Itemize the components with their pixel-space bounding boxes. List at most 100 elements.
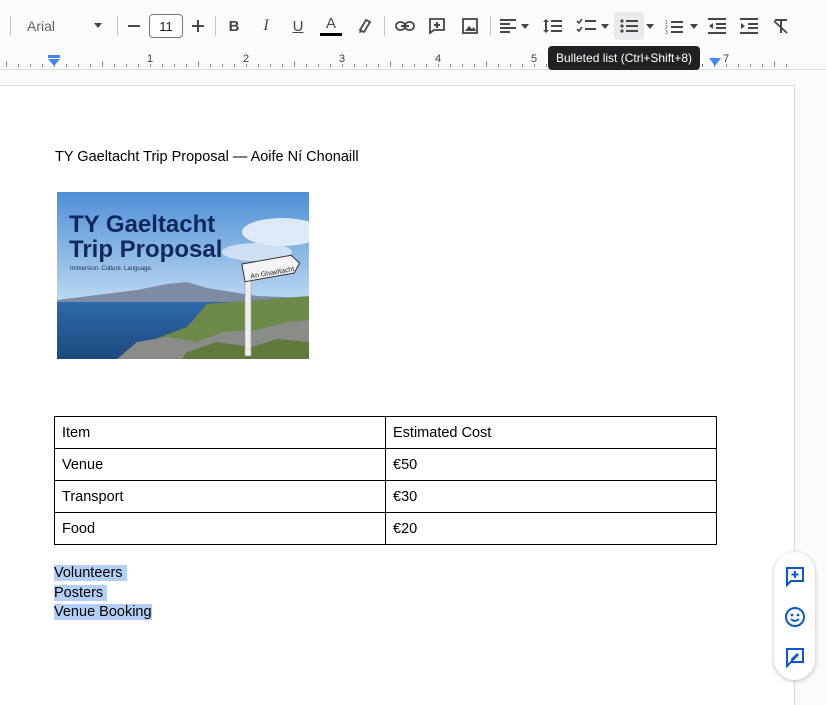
table-cell[interactable]: €20 [385,512,717,545]
ruler-label: 4 [434,53,442,65]
toolbar-divider [384,16,385,36]
ruler-tick [450,64,451,67]
ruler-tick [126,64,127,67]
horizontal-ruler[interactable]: 1 2 3 4 5 7 [0,52,826,70]
hero-title-line-1: TY Gaeltacht [69,211,215,238]
ruler-tick [114,64,115,67]
font-family-dropdown[interactable]: Arial [14,12,110,40]
underline-button[interactable]: U [285,12,311,40]
hero-image[interactable]: TY Gaeltacht Trip Proposal Immersion. Cu… [57,192,309,359]
insert-link-button[interactable] [391,12,419,40]
selected-text-block[interactable]: Volunteers Posters Venue Booking [54,564,152,623]
ruler-tick [702,64,703,67]
ruler-tick [462,64,463,67]
add-comment-icon [785,566,804,587]
hero-title-line-2: Trip Proposal [69,236,222,263]
italic-button[interactable]: I [253,12,279,40]
ruler-tick [510,64,511,67]
highlight-color-button[interactable] [352,12,378,40]
toolbar-divider [10,16,11,36]
bold-button[interactable]: B [221,12,247,40]
ruler-tick [786,64,787,67]
bulleted-list-button[interactable] [614,12,644,40]
selected-line[interactable]: Posters [54,584,152,604]
line-spacing-button[interactable] [538,12,566,40]
decrease-indent-button[interactable] [703,12,731,40]
selected-line[interactable]: Venue Booking [54,603,152,623]
ruler-tick [282,64,283,67]
document-page[interactable]: TY Gaeltacht Trip Proposal — Aoife Ní Ch… [0,85,795,705]
insert-comment-button[interactable] [423,12,451,40]
ruler-tick [390,61,391,67]
ruler-tick [162,64,163,67]
checklist-icon [575,18,596,33]
add-comment-button[interactable] [782,563,807,588]
ruler-tick [546,64,547,67]
decrease-font-size-button[interactable] [122,12,146,40]
increase-indent-button[interactable] [735,12,763,40]
tooltip: Bulleted list (Ctrl+Shift+8) [548,46,701,70]
clear-formatting-button[interactable] [767,12,795,40]
ruler-tick [90,64,91,67]
table-cell[interactable]: Venue [54,448,386,481]
table-cell[interactable]: €30 [385,480,717,513]
ruler-tick [78,64,79,67]
add-comment-icon [429,18,445,35]
bold-icon: B [228,17,240,35]
bulleted-list-icon [620,19,638,33]
ruler-tick [138,64,139,67]
ruler-label: 2 [242,53,250,65]
ruler-tick [774,61,775,67]
formatting-toolbar: Arial 11 B I U A 123 [0,0,826,52]
table-row: Food €20 [54,512,717,545]
ruler-tick [738,64,739,67]
align-left-icon [499,19,516,33]
bulleted-list-menu-caret[interactable] [646,24,654,29]
numbered-list-icon: 123 [665,20,683,34]
cost-table[interactable]: Item Estimated Cost Venue €50 Transport … [54,416,717,545]
right-indent-marker[interactable] [709,58,721,66]
checklist-dropdown[interactable] [572,12,612,40]
ruler-tick [234,64,235,67]
toolbar-divider [215,16,216,36]
ruler-tick [42,64,43,67]
document-heading[interactable]: TY Gaeltacht Trip Proposal — Aoife Ní Ch… [55,149,359,165]
ruler-tick [306,64,307,67]
numbered-list-menu-caret[interactable] [690,24,698,29]
minus-icon [128,25,140,27]
suggest-edits-button[interactable] [782,644,807,669]
ruler-tick [222,64,223,67]
table-cell[interactable]: Estimated Cost [385,416,717,449]
add-emoji-reaction-button[interactable] [782,604,807,629]
ruler-tick [210,64,211,67]
insert-image-button[interactable] [456,12,484,40]
suggest-edit-icon [785,647,804,668]
chevron-down-icon [94,23,102,28]
align-dropdown[interactable] [496,12,532,40]
underline-icon: U [292,17,304,35]
clear-formatting-icon [773,19,788,34]
table-cell[interactable]: Item [54,416,386,449]
table-cell[interactable]: €50 [385,448,717,481]
text-color-button[interactable]: A [317,12,345,40]
table-cell[interactable]: Transport [54,480,386,513]
chevron-down-icon [520,23,529,29]
increase-font-size-button[interactable] [186,12,210,40]
ruler-tick [414,64,415,67]
ruler-tick [186,64,187,67]
ruler-tick [402,64,403,67]
decrease-indent-icon [708,18,726,34]
table-cell[interactable]: Food [54,512,386,545]
font-family-label: Arial [27,18,56,34]
selected-line[interactable]: Volunteers [54,564,152,584]
numbered-list-button[interactable]: 123 [660,12,688,40]
left-indent-marker[interactable] [47,55,61,67]
ruler-tick [66,64,67,67]
font-size-input[interactable]: 11 [149,14,183,38]
chevron-down-icon [600,23,609,29]
ruler-tick [6,61,7,67]
table-row: Venue €50 [54,448,717,481]
ruler-tick [762,64,763,67]
floating-action-panel [774,552,815,680]
document-canvas: TY Gaeltacht Trip Proposal — Aoife Ní Ch… [0,71,826,705]
